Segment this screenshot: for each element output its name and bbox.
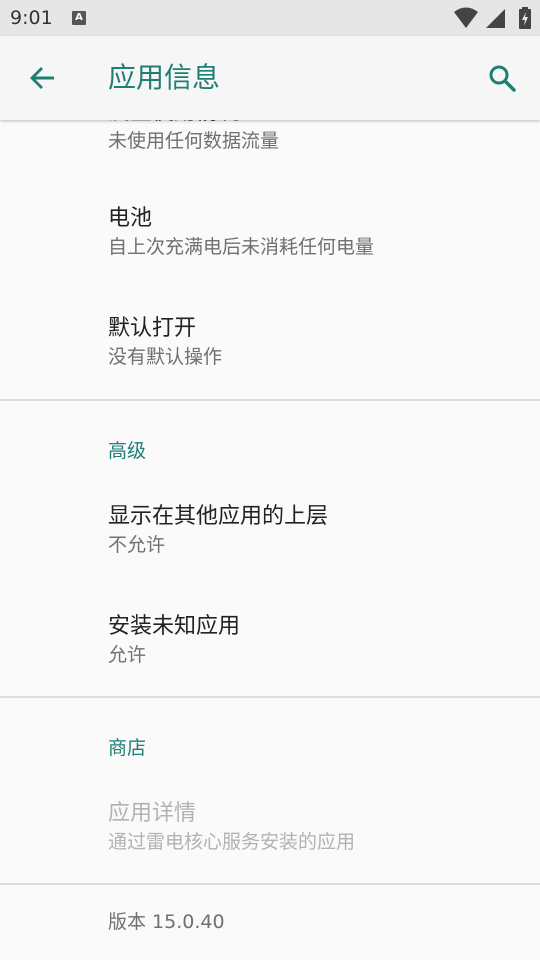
data-usage-subtitle: 未使用任何数据流量 [108,130,280,152]
section-header-store: 商店 [108,737,147,759]
open-by-default-item[interactable]: 默认打开 没有默认操作 [108,314,528,370]
open-by-default-title: 默认打开 [108,316,197,341]
app-bar: 应用信息 [0,36,540,120]
section-header-advanced: 高级 [108,440,147,462]
display-over-apps-title: 显示在其他应用的上层 [108,504,329,529]
status-bar: 9:01 A [0,0,540,36]
battery-subtitle: 自上次充满电后未消耗任何电量 [108,236,375,258]
install-unknown-apps-title: 安装未知应用 [108,614,241,639]
app-details-item: 应用详情 通过雷电核心服务安装的应用 [108,799,528,855]
display-over-apps-item[interactable]: 显示在其他应用的上层 不允许 [108,502,528,558]
divider [0,399,540,401]
display-over-apps-subtitle: 不允许 [108,534,166,556]
data-usage-title: 流量使用情况 [108,120,528,128]
arrow-back-icon [30,67,54,89]
search-icon [489,65,516,92]
divider [0,883,540,885]
back-button[interactable] [22,58,62,98]
version-text: 版本 15.0.40 [108,911,225,933]
install-unknown-apps-item[interactable]: 安装未知应用 允许 [108,612,528,668]
settings-list[interactable]: 流量使用情况 未使用任何数据流量 电池 自上次充满电后未消耗任何电量 默认打开 … [0,120,540,960]
status-time: 9:01 [10,7,53,29]
battery-charging-icon [519,7,531,29]
search-button[interactable] [482,58,522,98]
app-details-subtitle: 通过雷电核心服务安装的应用 [108,831,356,853]
wifi-icon [454,7,478,28]
battery-item[interactable]: 电池 自上次充满电后未消耗任何电量 [108,204,528,260]
cell-signal-icon [486,9,505,28]
install-unknown-apps-subtitle: 允许 [108,644,147,666]
battery-title: 电池 [108,206,153,231]
open-by-default-subtitle: 没有默认操作 [108,346,223,368]
app-details-title: 应用详情 [108,801,197,826]
divider [0,696,540,698]
notification-a-icon: A [72,11,86,25]
data-usage-item[interactable]: 流量使用情况 未使用任何数据流量 [108,120,528,154]
page-title: 应用信息 [108,61,221,94]
